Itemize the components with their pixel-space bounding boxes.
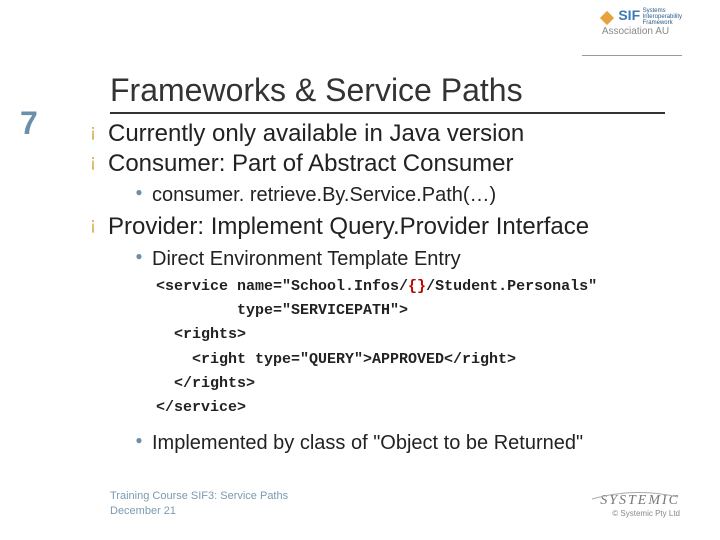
code-text: <service name="School.Infos/{}/Student.P… <box>156 277 597 297</box>
dot-bullet-icon: ● <box>126 183 152 201</box>
code-line: <right type="QUERY">APPROVED</right> <box>156 350 688 370</box>
bullet-level1: ¡ Consumer: Part of Abstract Consumer <box>78 150 688 178</box>
bullet-text: consumer. retrieve.By.Service.Path(…) <box>152 183 496 207</box>
footer-text: Training Course SIF3: Service Paths Dece… <box>110 489 288 518</box>
bullet-text: Provider: Implement Query.Provider Inter… <box>108 213 589 241</box>
bullet-text: Consumer: Part of Abstract Consumer <box>108 150 514 178</box>
diamond-icon <box>600 11 614 25</box>
code-text: </service> <box>156 398 246 418</box>
bullet-level1: ¡ Provider: Implement Query.Provider Int… <box>78 213 688 241</box>
bullet-level1: ¡ Currently only available in Java versi… <box>78 120 688 148</box>
slide-title: Frameworks & Service Paths <box>110 72 670 109</box>
bullet-level2: ● consumer. retrieve.By.Service.Path(…) <box>126 183 688 207</box>
slide-content: ¡ Currently only available in Java versi… <box>78 120 688 461</box>
dot-bullet-icon: ● <box>126 247 152 265</box>
header-rule <box>582 55 682 56</box>
code-line: </service> <box>156 398 688 418</box>
code-text: <rights> <box>156 325 246 345</box>
footer-logo: SYSTEMIC © Systemic Pty Ltd <box>600 493 680 518</box>
bullet-level2: ● Direct Environment Template Entry <box>126 247 688 271</box>
code-line: <service name="School.Infos/{}/Student.P… <box>156 277 688 297</box>
bullet-level2: ● Implemented by class of "Object to be … <box>126 431 688 455</box>
footer-line1: Training Course SIF3: Service Paths <box>110 489 288 503</box>
code-line: </rights> <box>156 374 688 394</box>
circle-bullet-icon: ¡ <box>78 213 108 236</box>
bullet-text: Direct Environment Template Entry <box>152 247 461 271</box>
swoosh-icon <box>590 489 680 503</box>
bullet-text: Implemented by class of "Object to be Re… <box>152 431 583 455</box>
code-line: <rights> <box>156 325 688 345</box>
footer-line2: December 21 <box>110 504 288 518</box>
title-rule <box>110 112 665 114</box>
logo-association: Association AU <box>602 26 682 37</box>
footer-copyright: © Systemic Pty Ltd <box>600 509 680 518</box>
code-text: type="SERVICEPATH"> <box>156 301 408 321</box>
code-line: type="SERVICEPATH"> <box>156 301 688 321</box>
bullet-text: Currently only available in Java version <box>108 120 524 148</box>
page-number: 7 <box>20 105 38 142</box>
dot-bullet-icon: ● <box>126 431 152 449</box>
circle-bullet-icon: ¡ <box>78 120 108 143</box>
code-text: </rights> <box>156 374 255 394</box>
code-text: <right type="QUERY">APPROVED</right> <box>156 350 516 370</box>
circle-bullet-icon: ¡ <box>78 150 108 173</box>
header-logo: SIF Systems Interoperability Framework A… <box>602 8 682 37</box>
slide: SIF Systems Interoperability Framework A… <box>0 0 720 540</box>
logo-sif: SIF <box>618 8 640 23</box>
